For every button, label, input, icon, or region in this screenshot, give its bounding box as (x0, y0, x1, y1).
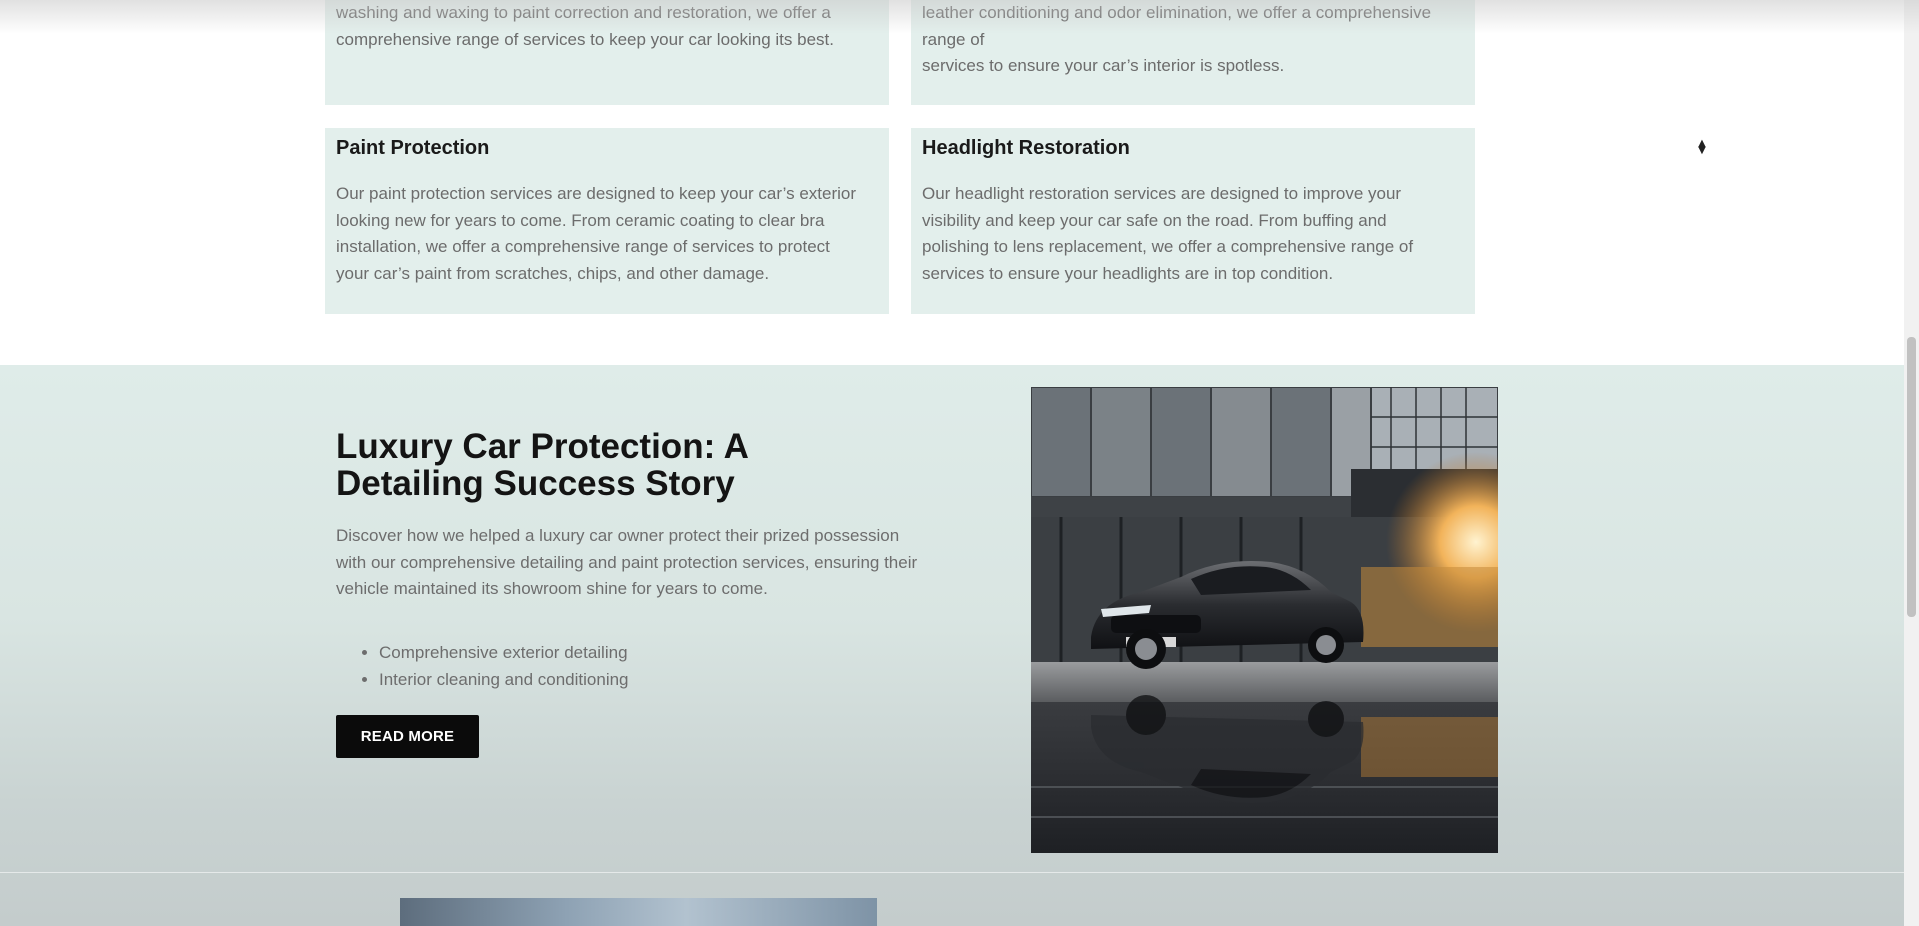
title-line: Detailing Success Story (336, 464, 735, 503)
text-line: Our headlight restoration services are d… (922, 184, 1402, 203)
text-line: services to ensure your headlights are i… (922, 263, 1334, 283)
story-bullet-list: Comprehensive exterior detailing Interio… (336, 639, 629, 693)
text-line: leather conditioning and odor eliminatio… (922, 3, 1432, 22)
car-photo-illustration (1031, 387, 1498, 853)
text-line: visibility and keep your car safe on the… (922, 210, 1387, 230)
title-line: Luxury Car Protection: A (336, 427, 749, 466)
scrollbar-thumb[interactable] (1907, 337, 1916, 617)
luxury-car-image (1031, 387, 1498, 853)
text-line: your car’s paint from scratches, chips, … (336, 263, 770, 283)
list-item: Comprehensive exterior detailing (379, 639, 629, 666)
service-card-text: leather conditioning and odor eliminatio… (922, 0, 1461, 80)
page: washing and waxing to paint correction a… (0, 0, 1919, 926)
next-story-image (400, 898, 877, 926)
service-card-headlight-restoration: Headlight Restoration Our headlight rest… (911, 128, 1475, 314)
text-line: vehicle maintained its showroom shine fo… (336, 579, 768, 598)
service-card-text: Our headlight restoration services are d… (922, 181, 1461, 287)
text-line: installation, we offer a comprehensive r… (336, 237, 830, 256)
text-line: services to ensure your car’s interior i… (922, 56, 1285, 75)
read-more-button[interactable]: READ MORE (336, 715, 479, 758)
service-card-exterior: washing and waxing to paint correction a… (325, 0, 889, 105)
text-line: looking new for years to come. From cera… (336, 210, 825, 230)
story-description: Discover how we helped a luxury car owne… (336, 523, 961, 603)
service-card-text: washing and waxing to paint correction a… (336, 0, 875, 53)
service-card-text: Our paint protection services are design… (336, 181, 875, 287)
list-item: Interior cleaning and conditioning (379, 666, 629, 693)
text-line: range of (922, 29, 985, 49)
service-card-paint-protection: Paint Protection Our paint protection se… (325, 128, 889, 314)
sort-arrows-icon[interactable]: ▲ ▼ (1695, 139, 1709, 160)
section-divider (0, 872, 1919, 873)
success-story-section (0, 365, 1919, 926)
service-card-interior: leather conditioning and odor eliminatio… (911, 0, 1475, 105)
service-card-title: Headlight Restoration (922, 137, 1130, 159)
text-line: washing and waxing to paint correction a… (336, 3, 831, 22)
text-line: Our paint protection services are design… (336, 184, 857, 203)
text-line: with our comprehensive detailing and pai… (336, 552, 918, 572)
story-title: Luxury Car Protection: A Detailing Succe… (336, 428, 836, 502)
text-line: Discover how we helped a luxury car owne… (336, 526, 900, 545)
service-card-title: Paint Protection (336, 137, 490, 159)
text-line: polishing to lens replacement, we offer … (922, 237, 1414, 256)
text-line: comprehensive range of services to keep … (336, 29, 834, 49)
vertical-scrollbar[interactable] (1904, 0, 1919, 926)
